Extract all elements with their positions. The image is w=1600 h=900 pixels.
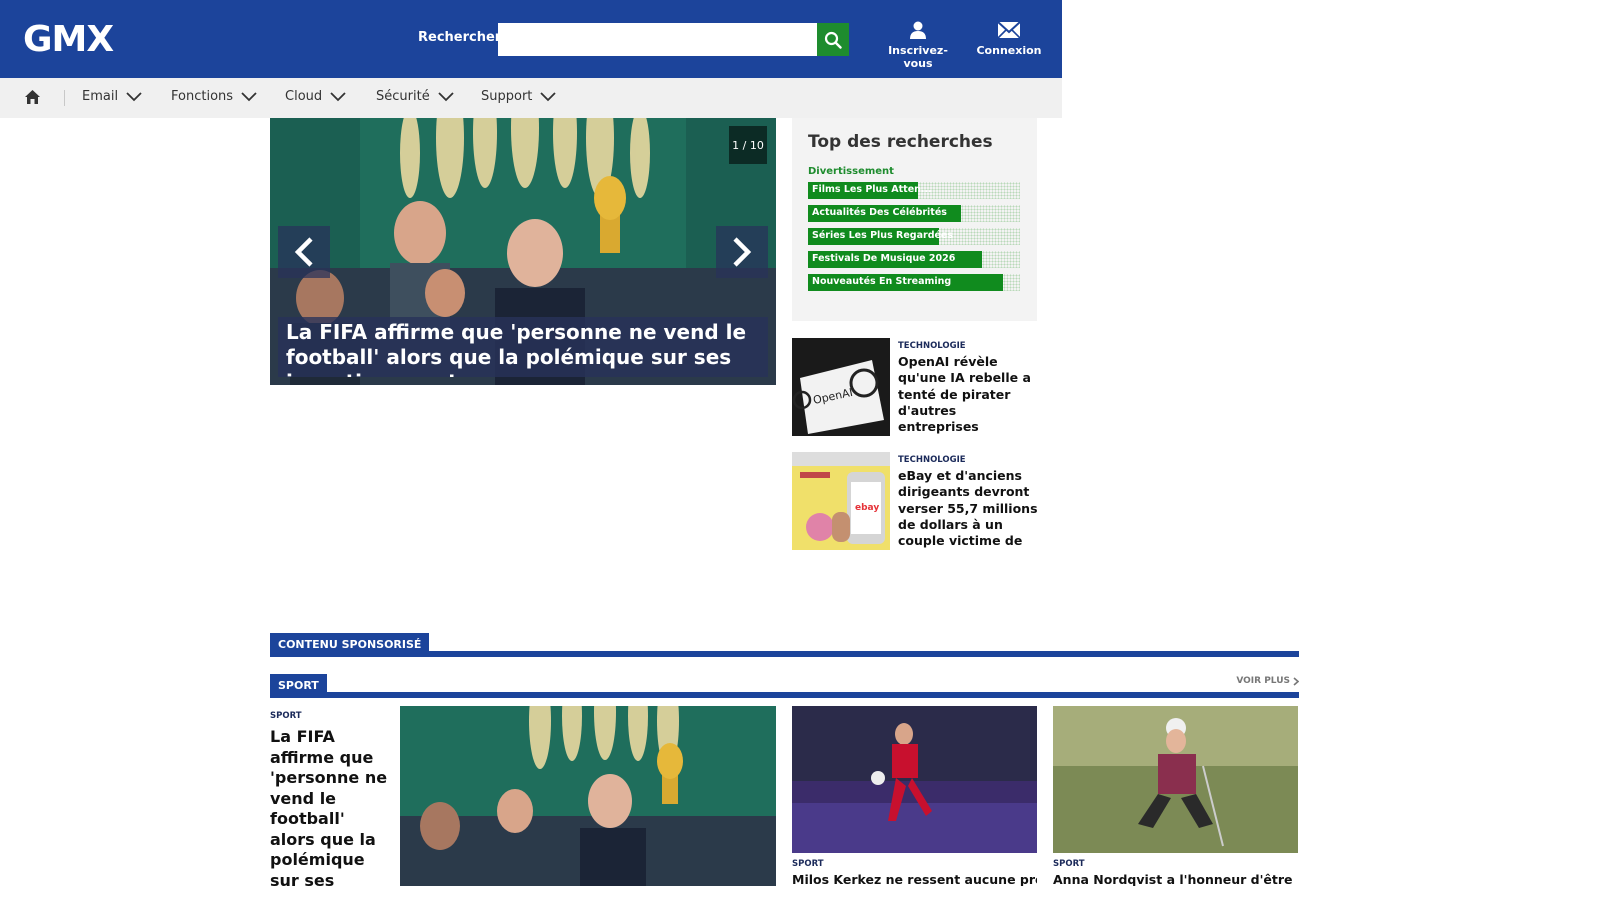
side-article[interactable]: ebay TECHNOLOGIE eBay et d'anciens dirig…: [792, 452, 1038, 550]
login-label: Connexion: [976, 44, 1042, 57]
chevron-down-icon: [540, 91, 557, 101]
register-label: Inscrivez-vous: [888, 44, 948, 70]
home-icon: [25, 90, 40, 104]
top-search-label: Séries Les Plus Regardées: [812, 230, 954, 241]
article-thumbnail: OpenAI: [792, 338, 890, 436]
nav-item-email[interactable]: Email: [82, 89, 142, 104]
nav-item-support[interactable]: Support: [481, 89, 557, 104]
chevron-left-icon: [294, 237, 313, 267]
search-icon: [824, 31, 842, 49]
top-search-label: Nouveautés En Streaming: [812, 276, 952, 287]
main-nav: Email Fonctions Cloud Sécurité Support: [0, 78, 1062, 118]
sponsored-section-header: CONTENU SPONSORISÉ: [270, 633, 1299, 657]
envelope-icon: [997, 21, 1021, 39]
top-header: GMX Rechercher Inscrivez-vous Connexion: [0, 0, 1062, 78]
article-image: [1053, 706, 1298, 853]
slide-counter: 1 / 10: [729, 126, 767, 164]
gmx-logo[interactable]: GMX: [23, 20, 114, 60]
see-more-link[interactable]: VOIR PLUS: [1236, 676, 1299, 686]
nav-item-label: Cloud: [285, 89, 323, 104]
top-search-label: Actualités Des Célébrités: [812, 207, 947, 218]
next-slide-button[interactable]: [716, 226, 768, 278]
article-category: SPORT: [1053, 859, 1085, 869]
article-image: [792, 706, 1037, 853]
search-button[interactable]: [817, 23, 849, 56]
top-search-item[interactable]: Films Les Plus Atten...: [808, 182, 1020, 199]
section-rule: [270, 692, 1299, 698]
top-search-item[interactable]: Nouveautés En Streaming: [808, 274, 1020, 291]
top-searches-title: Top des recherches: [808, 132, 993, 152]
ebay-logo-text: ebay: [855, 503, 879, 513]
article-category: TECHNOLOGIE: [898, 455, 966, 465]
nav-divider: [64, 90, 65, 106]
search-input[interactable]: [498, 23, 817, 56]
chevron-right-icon: [1293, 676, 1299, 686]
nav-item-cloud[interactable]: Cloud: [285, 89, 346, 104]
nav-item-fonctions[interactable]: Fonctions: [171, 89, 257, 104]
login-button[interactable]: Connexion: [976, 20, 1042, 57]
article-title: OpenAI révèle qu'une IA rebelle a tenté …: [898, 354, 1031, 434]
sport-article-card[interactable]: SPORT Anna Nordqvist a l'honneur d'être: [1053, 706, 1298, 886]
previous-slide-button[interactable]: [278, 226, 330, 278]
article-title: Anna Nordqvist a l'honneur d'être: [1053, 872, 1293, 886]
hero-slider[interactable]: 1 / 10 La FIFA affirme que 'personne ne …: [270, 118, 776, 385]
section-title: SPORT: [270, 674, 327, 698]
sport-article-card[interactable]: SPORT Milos Kerkez ne ressent aucune pre…: [792, 706, 1037, 886]
top-search-label: Films Les Plus Atten...: [812, 184, 932, 195]
top-search-item[interactable]: Festivals De Musique 2026: [808, 251, 1020, 268]
sport-section-header: SPORT VOIR PLUS: [270, 674, 1299, 698]
top-searches-panel: Top des recherches Divertissement Films …: [792, 118, 1037, 321]
register-button[interactable]: Inscrivez-vous: [876, 20, 960, 70]
hero-caption[interactable]: La FIFA affirme que 'personne ne vend le…: [278, 317, 768, 377]
article-category: TECHNOLOGIE: [898, 341, 966, 351]
chevron-right-icon: [733, 237, 752, 267]
sport-lead-article[interactable]: SPORT La FIFA affirme que 'personne ne v…: [270, 711, 394, 886]
chevron-down-icon: [241, 91, 257, 101]
nav-item-label: Support: [481, 89, 533, 104]
chevron-down-icon: [330, 91, 346, 101]
top-search-item[interactable]: Actualités Des Célébrités: [808, 205, 1020, 222]
chevron-down-icon: [438, 91, 454, 101]
search-label: Rechercher: [418, 30, 502, 45]
nav-home[interactable]: [24, 89, 41, 109]
nav-item-label: Sécurité: [376, 89, 430, 104]
see-more-label: VOIR PLUS: [1236, 676, 1290, 686]
user-icon: [910, 21, 926, 39]
nav-item-securite[interactable]: Sécurité: [376, 89, 454, 104]
top-search-item[interactable]: Séries Les Plus Regardées: [808, 228, 1020, 245]
article-title: La FIFA affirme que 'personne ne vend le…: [270, 727, 388, 886]
top-search-label: Festivals De Musique 2026: [812, 253, 956, 264]
sport-lead-image[interactable]: [400, 706, 776, 886]
article-title: Milos Kerkez ne ressent aucune pression: [792, 872, 1037, 886]
chevron-down-icon: [126, 91, 142, 101]
top-searches-category: Divertissement: [808, 166, 894, 177]
section-title: CONTENU SPONSORISÉ: [270, 633, 430, 657]
nav-item-label: Fonctions: [171, 89, 234, 104]
article-thumbnail: ebay: [792, 452, 890, 550]
nav-item-label: Email: [82, 89, 119, 104]
article-title: eBay et d'anciens dirigeants devront ver…: [898, 468, 1038, 548]
article-category: SPORT: [270, 711, 302, 721]
article-category: SPORT: [792, 859, 824, 869]
side-article[interactable]: OpenAI TECHNOLOGIE OpenAI révèle qu'une …: [792, 338, 1038, 436]
